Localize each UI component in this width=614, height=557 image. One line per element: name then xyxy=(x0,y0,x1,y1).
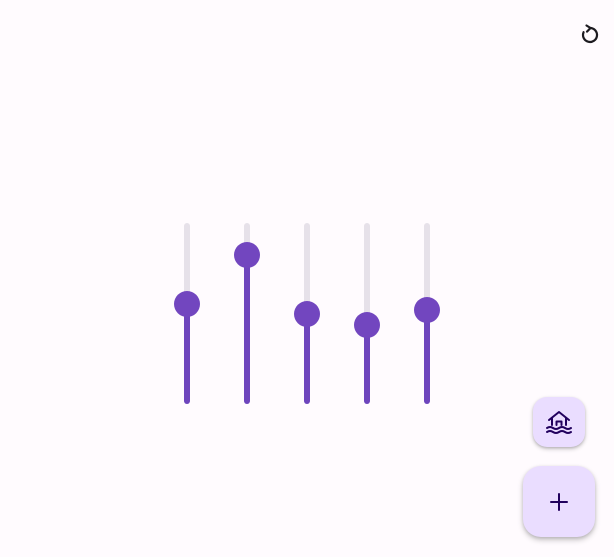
eq-slider-1[interactable] xyxy=(172,223,202,404)
beach-house-icon xyxy=(546,411,572,434)
slider-thumb[interactable] xyxy=(354,311,380,338)
slider-active-track xyxy=(424,310,430,404)
slider-active-track xyxy=(304,313,310,404)
eq-slider-5[interactable] xyxy=(412,223,442,404)
slider-active-track xyxy=(244,254,250,404)
slider-thumb[interactable] xyxy=(414,297,440,324)
eq-slider-2[interactable] xyxy=(232,223,262,404)
add-icon xyxy=(550,492,568,511)
slider-thumb[interactable] xyxy=(174,290,200,317)
slider-active-track xyxy=(184,303,190,404)
slider-thumb[interactable] xyxy=(294,300,320,327)
slider-thumb[interactable] xyxy=(234,241,260,268)
beach-house-button[interactable] xyxy=(533,397,585,447)
equalizer-sliders xyxy=(0,0,614,557)
eq-slider-4[interactable] xyxy=(352,223,382,404)
eq-slider-3[interactable] xyxy=(292,223,322,404)
add-button[interactable] xyxy=(523,466,595,537)
